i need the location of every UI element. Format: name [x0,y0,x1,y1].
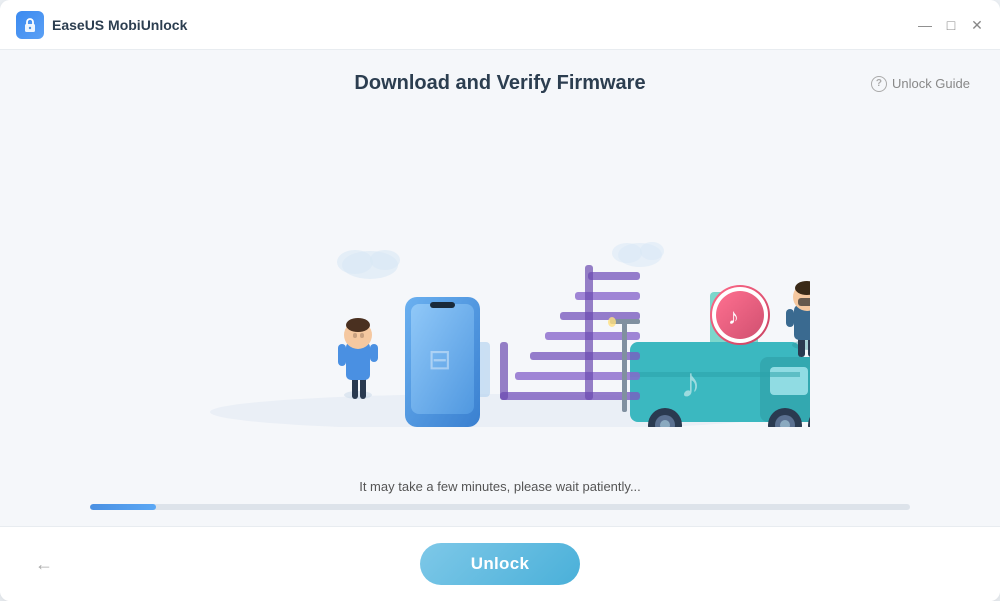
app-title: EaseUS MobiUnlock [52,17,918,33]
maximize-button[interactable]: □ [944,18,958,32]
back-button[interactable]: ← [30,550,58,578]
page-header: Download and Verify Firmware ? Unlock Gu… [30,50,970,105]
app-window: EaseUS MobiUnlock — □ ✕ Download and Ver… [0,0,1000,601]
app-logo [16,11,44,39]
close-button[interactable]: ✕ [970,18,984,32]
title-bar: EaseUS MobiUnlock — □ ✕ [0,0,1000,50]
main-content: Download and Verify Firmware ? Unlock Gu… [0,50,1000,526]
window-controls: — □ ✕ [918,18,984,32]
footer: ← Unlock [0,526,1000,601]
minimize-button[interactable]: — [918,18,932,32]
progress-section: It may take a few minutes, please wait p… [30,469,970,526]
svg-text:♪: ♪ [728,304,739,329]
page-title: Download and Verify Firmware [354,72,645,95]
progress-bar-container [90,504,910,510]
unlock-guide-button[interactable]: ? Unlock Guide [871,76,970,92]
illustration: ♪ [0,105,1000,469]
progress-bar-fill [90,504,156,510]
svg-text:♪: ♪ [680,359,701,406]
illustration-area: ♪ [0,105,1000,469]
svg-text:⊟: ⊟ [428,344,451,375]
unlock-button[interactable]: Unlock [420,543,580,585]
unlock-guide-label: Unlock Guide [892,76,970,91]
help-icon: ? [871,76,887,92]
progress-status-text: It may take a few minutes, please wait p… [90,479,910,494]
